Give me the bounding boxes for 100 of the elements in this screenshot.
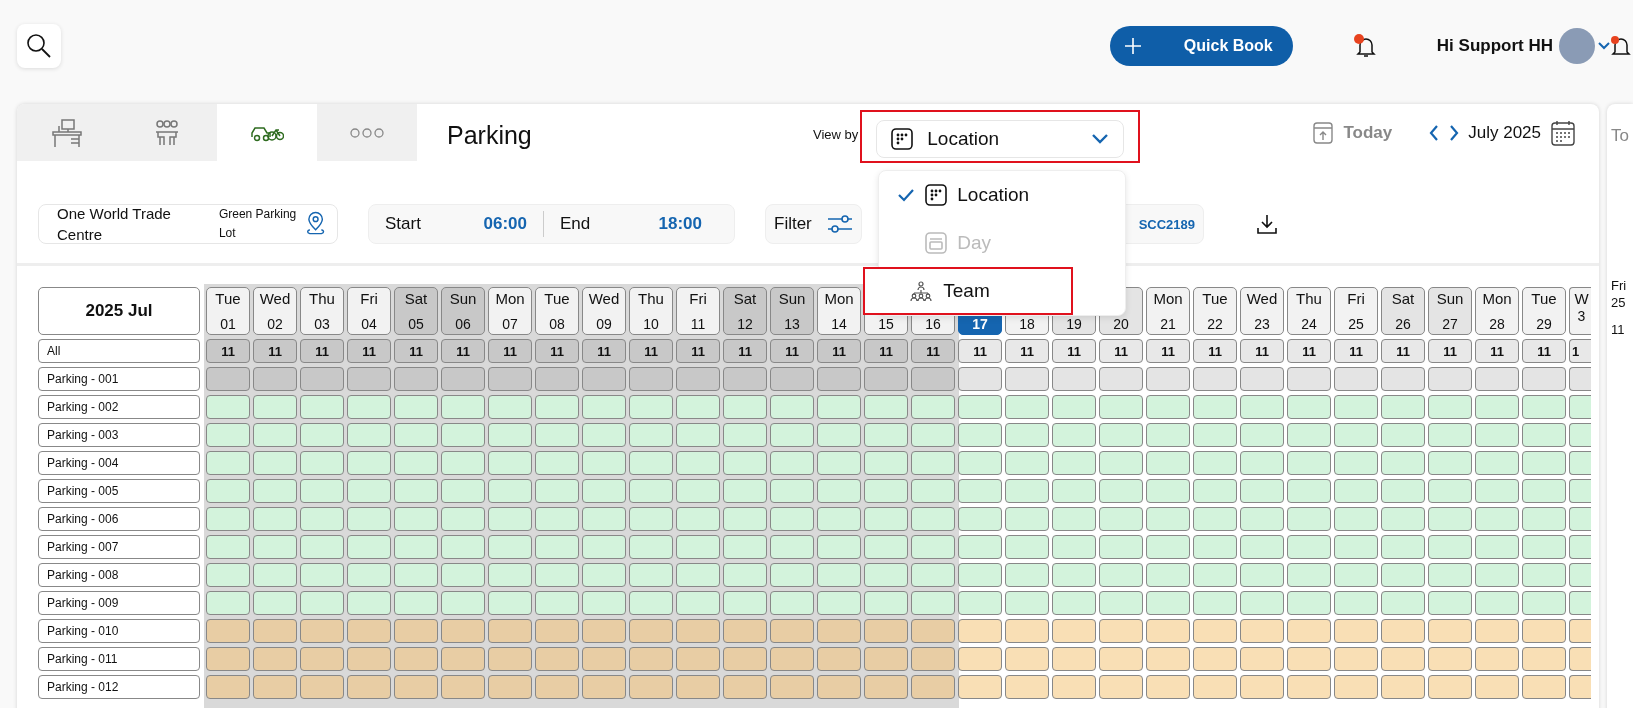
slot-cell[interactable] (1381, 451, 1425, 475)
day-header[interactable]: Sun 06 (441, 287, 485, 335)
slot-cell[interactable] (770, 591, 814, 615)
slot-cell[interactable] (488, 367, 532, 391)
slot-cell[interactable] (488, 479, 532, 503)
slot-cell[interactable] (1099, 507, 1143, 531)
slot-cell[interactable] (864, 675, 908, 699)
slot-cell[interactable] (206, 507, 250, 531)
slot-cell[interactable] (535, 619, 579, 643)
slot-cell[interactable] (1287, 619, 1331, 643)
slot-cell[interactable] (770, 423, 814, 447)
slot-cell[interactable] (1334, 395, 1378, 419)
slot-cell[interactable] (1475, 367, 1519, 391)
slot-cell[interactable] (911, 619, 955, 643)
slot-cell[interactable] (1005, 535, 1049, 559)
slot-cell[interactable] (441, 507, 485, 531)
slot-cell[interactable] (582, 423, 626, 447)
slot-cell[interactable] (958, 535, 1002, 559)
slot-cell[interactable] (1475, 507, 1519, 531)
slot-cell[interactable] (1052, 647, 1096, 671)
slot-cell[interactable] (1428, 423, 1472, 447)
slot-cell[interactable] (1052, 535, 1096, 559)
slot-cell[interactable] (1381, 423, 1425, 447)
slot-cell[interactable] (1381, 535, 1425, 559)
day-header[interactable]: Sun 13 (770, 287, 814, 335)
slot-cell[interactable] (629, 591, 673, 615)
slot-cell[interactable] (394, 563, 438, 587)
day-header[interactable]: Mon 28 (1475, 287, 1519, 335)
slot-cell[interactable] (1334, 451, 1378, 475)
slot-cell[interactable] (535, 591, 579, 615)
day-header[interactable]: Sat 26 (1381, 287, 1425, 335)
slot-cell[interactable] (300, 423, 344, 447)
slot-cell[interactable] (1099, 367, 1143, 391)
slot-cell[interactable] (347, 423, 391, 447)
slot-cell[interactable] (347, 619, 391, 643)
slot-cell[interactable] (911, 395, 955, 419)
avatar-photo-placeholder[interactable] (1559, 28, 1595, 64)
slot-cell[interactable] (206, 563, 250, 587)
slot-cell[interactable] (676, 367, 720, 391)
slot-cell[interactable] (1334, 507, 1378, 531)
slot-cell[interactable] (582, 479, 626, 503)
slot-cell[interactable] (1005, 395, 1049, 419)
slot-cell[interactable] (1005, 507, 1049, 531)
slot-cell[interactable] (394, 367, 438, 391)
slot-cell[interactable] (1428, 535, 1472, 559)
slot-cell[interactable] (1428, 675, 1472, 699)
slot-cell[interactable] (723, 591, 767, 615)
day-header[interactable]: Tue 08 (535, 287, 579, 335)
slot-cell[interactable] (394, 619, 438, 643)
slot-cell[interactable] (864, 395, 908, 419)
slot-cell[interactable] (1381, 647, 1425, 671)
slot-cell[interactable] (1146, 451, 1190, 475)
slot-cell[interactable] (535, 423, 579, 447)
slot-cell[interactable] (300, 647, 344, 671)
slot-cell[interactable] (770, 535, 814, 559)
slot-cell[interactable] (1522, 619, 1566, 643)
slot-cell[interactable] (911, 507, 955, 531)
slot-cell[interactable] (1146, 507, 1190, 531)
slot-cell[interactable] (488, 675, 532, 699)
slot-cell[interactable] (1428, 563, 1472, 587)
slot-cell[interactable] (864, 647, 908, 671)
day-header[interactable]: Wed 23 (1240, 287, 1284, 335)
slot-cell[interactable] (864, 591, 908, 615)
slot-cell[interactable] (1428, 367, 1472, 391)
slot-cell[interactable] (911, 451, 955, 475)
slot-cell[interactable] (1428, 647, 1472, 671)
day-header[interactable]: Tue 29 (1522, 287, 1566, 335)
slot-cell[interactable] (1005, 647, 1049, 671)
slot-cell[interactable] (1193, 563, 1237, 587)
slot-cell[interactable] (347, 675, 391, 699)
slot-cell[interactable] (347, 591, 391, 615)
slot-cell[interactable] (1146, 619, 1190, 643)
time-range-field[interactable]: Start 06:00 End 18:00 (368, 204, 735, 244)
slot-cell[interactable] (253, 395, 297, 419)
slot-cell[interactable] (1287, 395, 1331, 419)
slot-cell[interactable] (958, 451, 1002, 475)
slot-cell[interactable] (1099, 619, 1143, 643)
slot-cell[interactable] (1146, 479, 1190, 503)
slot-cell[interactable] (441, 367, 485, 391)
slot-cell[interactable] (206, 479, 250, 503)
slot-cell[interactable] (488, 423, 532, 447)
slot-cell[interactable] (958, 591, 1002, 615)
slot-cell[interactable] (488, 563, 532, 587)
day-header[interactable]: Wed 09 (582, 287, 626, 335)
slot-cell[interactable] (1287, 423, 1331, 447)
slot-cell[interactable] (253, 535, 297, 559)
slot-cell[interactable] (582, 563, 626, 587)
slot-cell[interactable] (394, 395, 438, 419)
category-tab[interactable] (217, 104, 317, 161)
slot-cell[interactable] (723, 395, 767, 419)
slot-cell[interactable] (817, 451, 861, 475)
slot-cell[interactable] (1005, 563, 1049, 587)
slot-cell[interactable] (441, 395, 485, 419)
slot-cell[interactable] (300, 507, 344, 531)
slot-cell[interactable] (817, 367, 861, 391)
day-header[interactable]: Thu 24 (1287, 287, 1331, 335)
slot-cell[interactable] (1569, 535, 1591, 559)
slot-cell[interactable] (1052, 591, 1096, 615)
slot-cell[interactable] (582, 507, 626, 531)
slot-cell[interactable] (1099, 563, 1143, 587)
